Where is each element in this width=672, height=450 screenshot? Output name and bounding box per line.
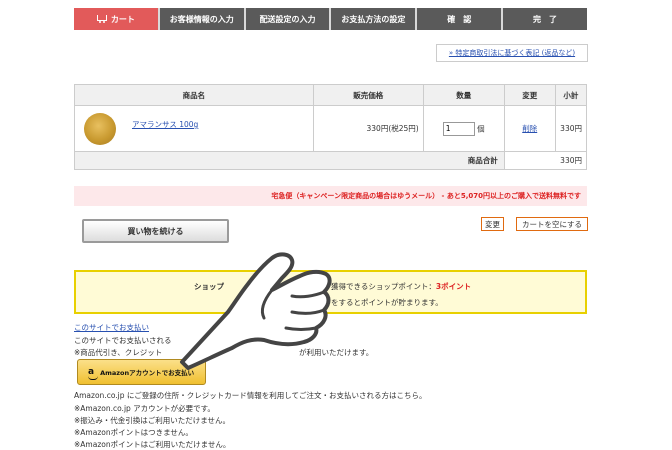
header-subtotal: 小計 xyxy=(554,84,588,106)
empty-cart-button[interactable]: カートを空にする xyxy=(516,217,588,231)
step-cart: カート xyxy=(74,8,158,30)
total-row: 商品合計 330円 xyxy=(74,151,588,170)
amazon-note-1: ※Amazon.co.jp アカウントが必要です。 xyxy=(74,404,215,413)
step-customer-info: お客様情報の入力 xyxy=(159,8,244,30)
change-button[interactable]: 変更 xyxy=(481,217,504,231)
quantity-input[interactable] xyxy=(442,121,475,136)
site-payment-link[interactable]: このサイトでお支払い xyxy=(74,322,149,333)
commerce-law-link[interactable]: » 特定商取引法に基づく表記 (返品など) xyxy=(436,44,588,62)
qty-unit: 個 xyxy=(477,124,485,133)
product-thumbnail[interactable] xyxy=(84,112,116,145)
total-value: 330円 xyxy=(503,151,588,170)
shipping-notice: 宅急便（キャンペーン限定商品の場合はゆうメール） - あと5,070円以上のご購… xyxy=(74,186,587,206)
step-payment: お支払方法の設定 xyxy=(331,8,416,30)
checkout-steps: カート お客様情報の入力 配送設定の入力 お支払方法の設定 確 認 完 了 xyxy=(74,8,587,30)
header-price: 販売価格 xyxy=(312,84,424,106)
delete-link[interactable]: 削除 xyxy=(522,124,537,133)
step-confirm: 確 認 xyxy=(417,8,502,30)
points-note: をするとポイントが貯まります。 xyxy=(331,298,443,307)
amazon-note-2: ※振込み・代金引換はご利用いただけません。 xyxy=(74,416,231,425)
payment-desc-2: ※商品代引き、クレジット xyxy=(74,348,163,357)
amazon-logo-icon: a xyxy=(88,367,99,380)
header-qty: 数量 xyxy=(422,84,505,106)
step-complete: 完 了 xyxy=(503,8,587,30)
points-prefix: 獲得できるショップポイント： xyxy=(331,282,436,291)
product-name-link[interactable]: アマランサス 100g xyxy=(126,120,198,129)
table-header: 商品名 販売価格 数量 変更 小計 xyxy=(74,84,588,106)
amazon-note-3: ※Amazonポイントはつきません。 xyxy=(74,428,193,437)
header-change: 変更 xyxy=(503,84,556,106)
total-label: 商品合計 xyxy=(74,151,505,170)
item-subtotal: 330円 xyxy=(554,105,588,152)
points-value: 3ポイント xyxy=(435,282,472,291)
cart-icon xyxy=(96,15,107,23)
payment-desc-1: このサイトでお支払いされる xyxy=(74,336,172,345)
cart-table: 商品名 販売価格 数量 変更 小計 アマランサス 100g 330円(税25円)… xyxy=(74,84,588,170)
product-price: 330円(税25円) xyxy=(312,105,424,152)
amazon-note-0: Amazon.co.jp にご登録の住所・クレジットカード情報を利用してご注文・… xyxy=(74,391,427,400)
pointing-hand-icon xyxy=(180,252,332,370)
header-product: 商品名 xyxy=(74,84,314,106)
table-row: アマランサス 100g 330円(税25円) 個 削除 330円 xyxy=(74,105,588,152)
step-delivery: 配送設定の入力 xyxy=(245,8,330,30)
